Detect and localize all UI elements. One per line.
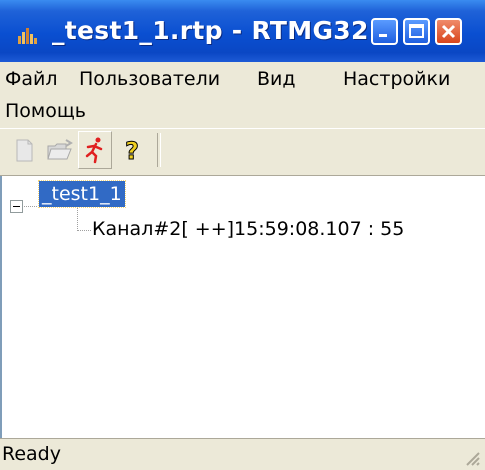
open-folder-icon[interactable] [44,134,76,166]
toolbar-separator [157,133,161,167]
minimize-icon [379,34,387,37]
status-text: Ready [2,443,61,465]
minimize-button[interactable] [371,18,398,45]
tree-view[interactable]: _test1_1 Канал#2[ ++]15:59:08.107 : 55 [0,176,485,438]
resize-grip-icon[interactable] [461,447,481,467]
running-man-icon[interactable] [79,134,111,166]
close-icon [441,24,456,39]
toolbar: ? [0,128,485,176]
tree-node-channel[interactable]: Канал#2[ ++]15:59:08.107 : 55 [92,218,404,240]
app-icon[interactable] [16,24,40,46]
collapse-toggle[interactable] [10,200,23,213]
tree-connector [24,206,37,207]
app-window: _test1_1.rtp - RTMG32 Файл Пользователи … [0,0,485,470]
help-question-icon[interactable]: ? [118,134,150,166]
svg-text:?: ? [125,137,139,165]
menu-file[interactable]: Файл [5,68,58,90]
status-bar: Ready [0,438,485,470]
menu-settings[interactable]: Настройки [343,68,450,90]
menu-users[interactable]: Пользователи [79,68,220,90]
maximize-button[interactable] [403,18,430,45]
menu-help[interactable]: Помощь [5,100,86,122]
new-file-icon[interactable] [8,134,40,166]
tree-connector [77,208,78,231]
close-button[interactable] [435,18,462,45]
maximize-icon [409,24,424,38]
title-bar[interactable]: _test1_1.rtp - RTMG32 [0,0,485,62]
menu-view[interactable]: Вид [257,68,296,90]
window-title: _test1_1.rtp - RTMG32 [52,16,369,45]
tree-node-root[interactable]: _test1_1 [38,180,126,208]
menu-bar: Файл Пользователи Вид Настройки Помощь [0,62,485,126]
tree-connector [77,230,91,231]
